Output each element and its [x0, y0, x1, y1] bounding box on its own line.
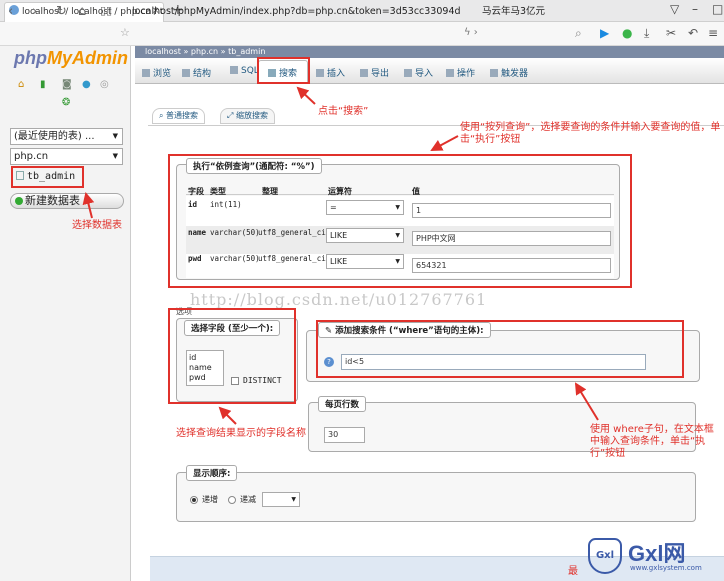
arrow-to-query: [430, 135, 459, 151]
annotation-arrows: [82, 86, 599, 425]
arrow-to-where: [574, 382, 599, 421]
gxl-logo: Gxl Gxl网 www.gxlsystem.com: [584, 536, 724, 581]
arrow-to-search: [296, 86, 316, 105]
logo-url: www.gxlsystem.com: [630, 564, 702, 572]
arrow-to-fields: [218, 406, 237, 425]
arrow-to-table: [82, 192, 95, 219]
shield-icon: Gxl: [588, 538, 622, 574]
